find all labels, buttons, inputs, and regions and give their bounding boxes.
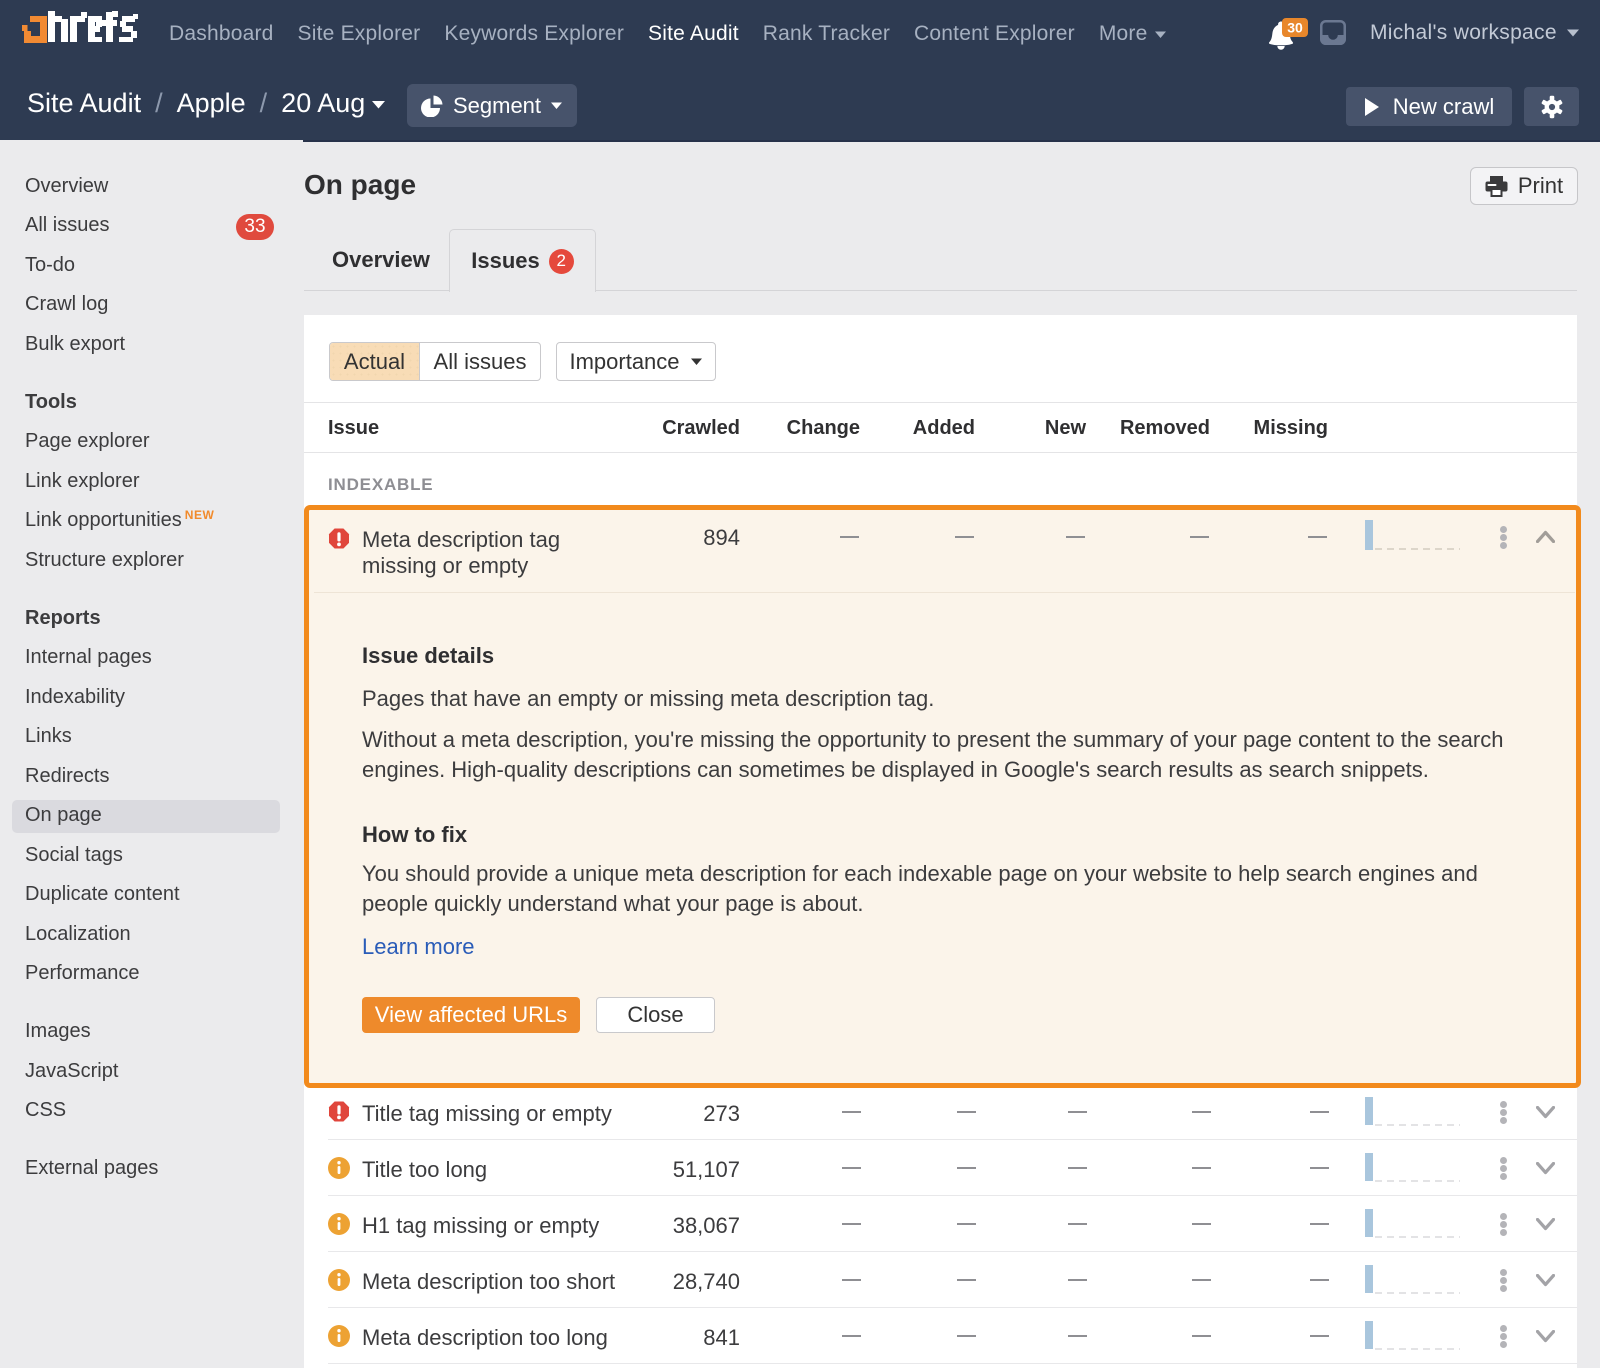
svg-text:30: 30	[1287, 20, 1303, 36]
